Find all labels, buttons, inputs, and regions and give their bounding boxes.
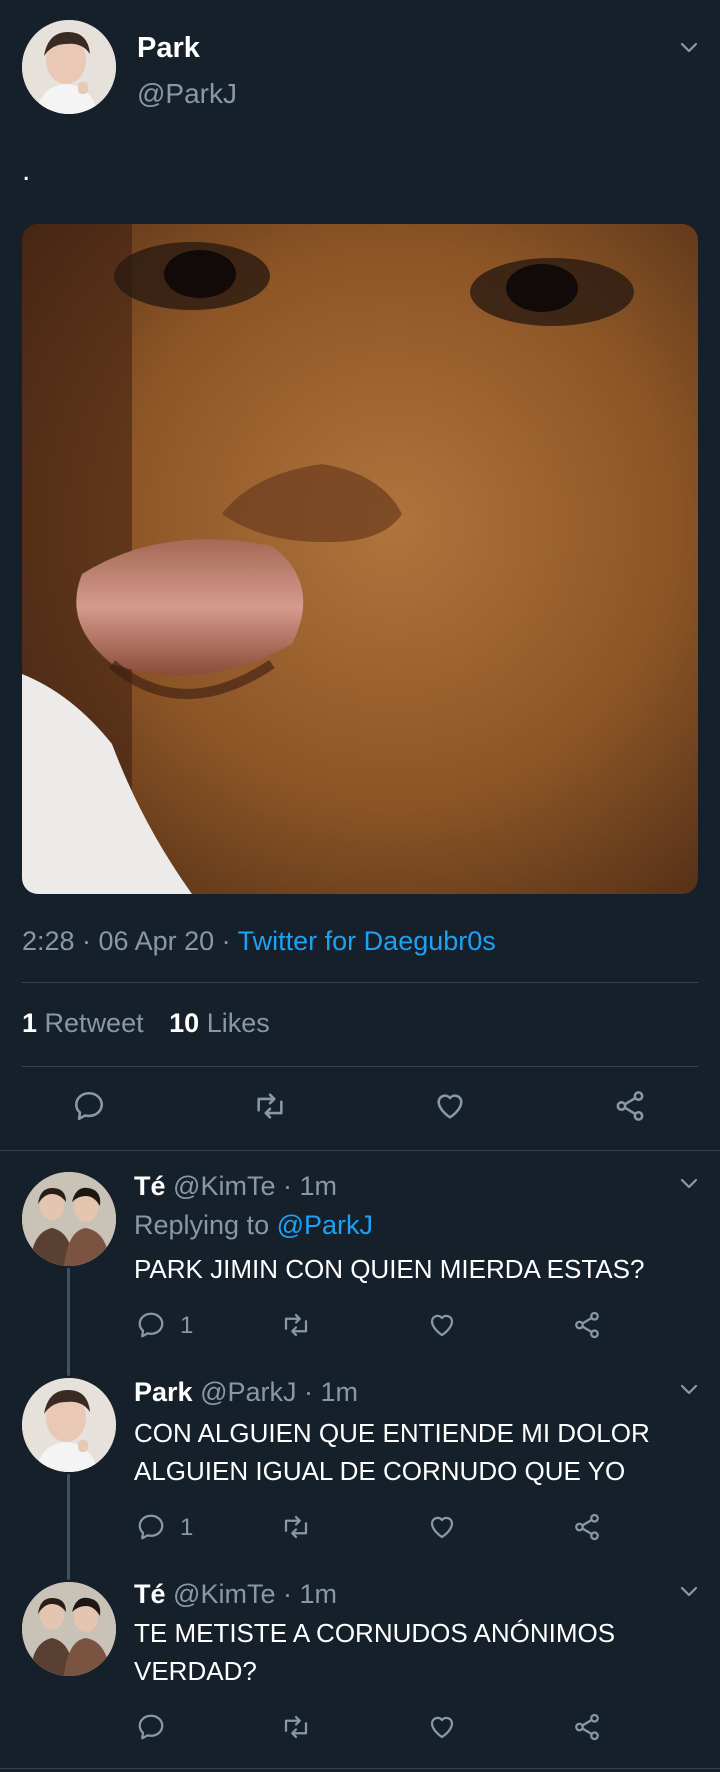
reply-text-line-1: CON ALGUIEN QUE ENTIENDE MI DOLOR bbox=[134, 1418, 650, 1448]
retweet-icon[interactable] bbox=[280, 1310, 312, 1340]
reply-count: 1 bbox=[180, 1514, 194, 1541]
heart-icon[interactable] bbox=[427, 1712, 457, 1742]
reply-header: Té @KimTe · 1m bbox=[134, 1168, 337, 1204]
chevron-down-icon[interactable] bbox=[678, 36, 700, 58]
avatar[interactable] bbox=[22, 1582, 116, 1676]
avatar[interactable] bbox=[22, 1378, 116, 1472]
reply-text-line-1: TE METISTE A CORNUDOS ANÓNIMOS bbox=[134, 1618, 616, 1648]
reply-header: Té @KimTe · 1m bbox=[134, 1576, 337, 1612]
avatar[interactable] bbox=[22, 1172, 116, 1266]
reply-author-name[interactable]: Té bbox=[134, 1579, 166, 1609]
reply-text-line-2: VERDAD? bbox=[134, 1656, 257, 1686]
reply-icon[interactable] bbox=[72, 1089, 106, 1123]
retweet-label: Retweet bbox=[44, 1008, 144, 1038]
thread-line bbox=[67, 1268, 70, 1376]
share-icon[interactable] bbox=[613, 1089, 647, 1123]
share-icon[interactable] bbox=[572, 1310, 602, 1340]
reply-author-handle[interactable]: @KimTe bbox=[173, 1579, 275, 1609]
likes-label: Likes bbox=[206, 1008, 270, 1038]
author-handle[interactable]: @ParkJ bbox=[137, 78, 237, 110]
reply-header: Park @ParkJ · 1m bbox=[134, 1374, 358, 1410]
reply-author-name[interactable]: Té bbox=[134, 1171, 166, 1201]
reply-time: · 1m bbox=[282, 1171, 337, 1201]
reply-icon[interactable] bbox=[136, 1512, 166, 1542]
reply-time: · 1m bbox=[304, 1377, 359, 1407]
tweet-image[interactable] bbox=[22, 224, 698, 894]
tweet-text: . bbox=[22, 154, 31, 187]
retweet-count: 1 bbox=[22, 1008, 38, 1038]
heart-icon[interactable] bbox=[433, 1089, 467, 1123]
divider bbox=[0, 1768, 720, 1769]
tweet-timestamp: 2:28 · 06 Apr 20 · bbox=[22, 926, 238, 956]
reply-author-handle[interactable]: @KimTe bbox=[173, 1171, 275, 1201]
share-icon[interactable] bbox=[572, 1512, 602, 1542]
divider bbox=[22, 982, 698, 983]
reply-text-line-2: ALGUIEN IGUAL DE CORNUDO QUE YO bbox=[134, 1456, 626, 1486]
author-name[interactable]: Park bbox=[137, 32, 200, 65]
divider bbox=[0, 1150, 720, 1151]
chevron-down-icon[interactable] bbox=[678, 1378, 700, 1400]
thread-line bbox=[67, 1474, 70, 1580]
divider bbox=[22, 1066, 698, 1067]
heart-icon[interactable] bbox=[427, 1512, 457, 1542]
replying-to-label: Replying to bbox=[134, 1210, 277, 1240]
share-icon[interactable] bbox=[572, 1712, 602, 1742]
retweet-icon[interactable] bbox=[252, 1089, 288, 1123]
reply-author-name[interactable]: Park bbox=[134, 1377, 193, 1407]
chevron-down-icon[interactable] bbox=[678, 1172, 700, 1194]
retweet-icon[interactable] bbox=[280, 1512, 312, 1542]
reply-icon[interactable] bbox=[136, 1310, 166, 1340]
reply-icon[interactable] bbox=[136, 1712, 166, 1742]
chevron-down-icon[interactable] bbox=[678, 1580, 700, 1602]
avatar[interactable] bbox=[22, 20, 116, 114]
tweet-meta: 2:28 · 06 Apr 20 · Twitter for Daegubr0s bbox=[22, 926, 496, 957]
tweet-source[interactable]: Twitter for Daegubr0s bbox=[238, 926, 496, 956]
heart-icon[interactable] bbox=[427, 1310, 457, 1340]
reply-time: · 1m bbox=[282, 1579, 337, 1609]
retweet-icon[interactable] bbox=[280, 1712, 312, 1742]
replying-to-handle[interactable]: @ParkJ bbox=[277, 1210, 373, 1240]
reply-author-handle[interactable]: @ParkJ bbox=[200, 1377, 296, 1407]
likes-stat[interactable]: 10 Likes bbox=[169, 1008, 270, 1038]
likes-count: 10 bbox=[169, 1008, 200, 1038]
engagement-stats: 1 Retweet 10 Likes bbox=[22, 1008, 270, 1039]
replying-to: Replying to @ParkJ bbox=[134, 1210, 373, 1241]
reply-text: PARK JIMIN CON QUIEN MIERDA ESTAS? bbox=[134, 1254, 645, 1284]
retweet-stat[interactable]: 1 Retweet bbox=[22, 1008, 151, 1038]
reply-count: 1 bbox=[180, 1312, 194, 1339]
